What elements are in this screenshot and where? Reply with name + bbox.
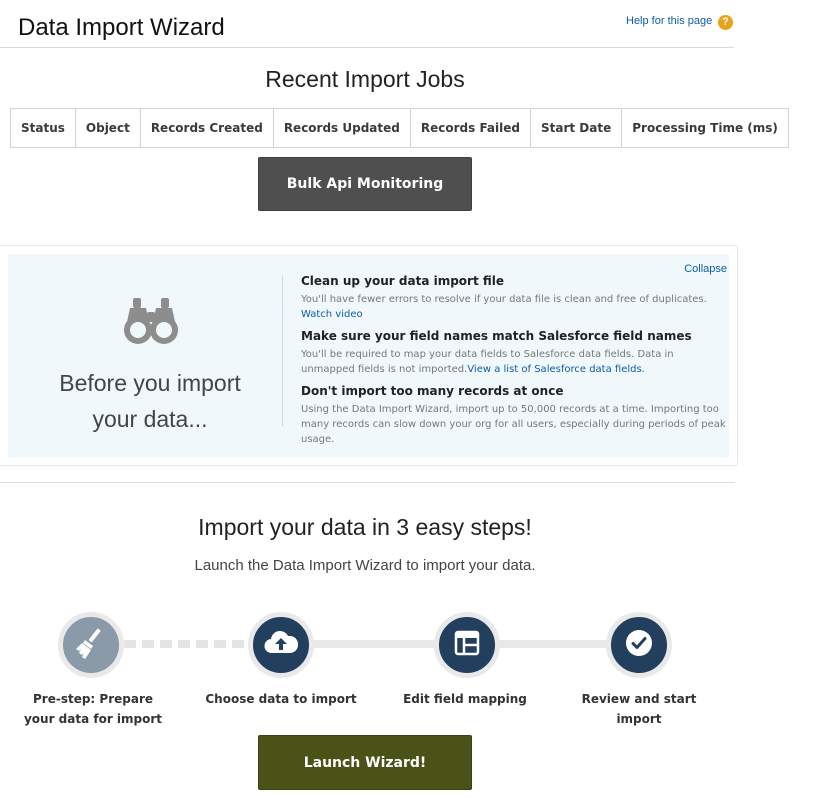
section-divider bbox=[0, 482, 735, 483]
step-label-choose-data: Choose data to import bbox=[205, 692, 357, 706]
tip-body: Using the Data Import Wizard, import up … bbox=[301, 402, 729, 447]
column-header-status[interactable]: Status bbox=[10, 108, 76, 148]
tips-panel-inner: Collapse Before you import your data... bbox=[8, 254, 729, 457]
tip-body: You'll have fewer errors to resolve if y… bbox=[301, 292, 729, 322]
step-label-prepare: Pre-step: Prepare your data for import bbox=[23, 692, 163, 726]
tip-body-text: Using the Data Import Wizard, import up … bbox=[301, 404, 726, 445]
step-review-button[interactable] bbox=[606, 612, 672, 678]
broom-icon bbox=[74, 626, 108, 665]
before-you-import-text: Before you import your data... bbox=[59, 370, 241, 432]
watch-video-link[interactable]: Watch video bbox=[301, 309, 363, 320]
steps-subtitle: Launch the Data Import Wizard to import … bbox=[194, 557, 536, 574]
tips-panel: Collapse Before you import your data... bbox=[0, 245, 738, 466]
tip-list: Clean up your data import file You'll ha… bbox=[301, 274, 729, 454]
tip-heading: Make sure your field names match Salesfo… bbox=[301, 329, 692, 343]
salesforce-fields-link[interactable]: View a list of Salesforce data fields. bbox=[467, 364, 645, 375]
step-connector bbox=[310, 640, 440, 648]
step-connector bbox=[496, 640, 614, 648]
column-header-records-updated[interactable]: Records Updated bbox=[272, 108, 411, 148]
recent-jobs-table: Status Object Records Created Records Up… bbox=[10, 108, 789, 148]
tip-item-clean-up: Clean up your data import file You'll ha… bbox=[301, 274, 729, 322]
tip-body-text: You'll have fewer errors to resolve if y… bbox=[301, 294, 707, 305]
column-header-processing-time[interactable]: Processing Time (ms) bbox=[621, 108, 789, 148]
help-icon[interactable]: ? bbox=[718, 15, 733, 30]
column-header-object[interactable]: Object bbox=[74, 108, 141, 148]
tip-item-record-limit: Don't import too many records at once Us… bbox=[301, 384, 729, 447]
tip-item-field-names: Make sure your field names match Salesfo… bbox=[301, 329, 729, 377]
table-header-row: Status Object Records Created Records Up… bbox=[10, 108, 789, 148]
step-label-edit-mapping: Edit field mapping bbox=[403, 692, 527, 706]
launch-wizard-button[interactable]: Launch Wizard! bbox=[258, 735, 472, 790]
cloud-upload-icon bbox=[264, 629, 299, 662]
steps-title: Import your data in 3 easy steps! bbox=[198, 514, 532, 540]
layout-icon bbox=[454, 630, 480, 661]
checkmark-icon bbox=[625, 629, 653, 662]
tip-heading: Clean up your data import file bbox=[301, 274, 505, 288]
step-choose-data-button[interactable] bbox=[248, 612, 314, 678]
column-header-records-failed[interactable]: Records Failed bbox=[409, 108, 532, 148]
step-prepare-button[interactable] bbox=[58, 612, 124, 678]
binoculars-icon bbox=[124, 296, 178, 351]
column-header-start-date[interactable]: Start Date bbox=[529, 108, 623, 148]
step-edit-mapping-button[interactable] bbox=[434, 612, 500, 678]
step-label-review: Review and start import bbox=[581, 692, 697, 726]
recent-jobs-title: Recent Import Jobs bbox=[265, 66, 465, 92]
tip-body: You'll be required to map your data fiel… bbox=[301, 347, 729, 377]
help-link[interactable]: Help for this page bbox=[626, 15, 712, 27]
column-header-records-created[interactable]: Records Created bbox=[139, 108, 274, 148]
bulk-api-monitoring-button[interactable]: Bulk Api Monitoring bbox=[258, 157, 472, 211]
step-connector-dashed bbox=[124, 640, 252, 648]
page-header: Data Import Wizard Help for this page ? bbox=[0, 0, 734, 48]
tips-divider bbox=[282, 276, 283, 426]
page-title: Data Import Wizard bbox=[18, 14, 225, 41]
tip-heading: Don't import too many records at once bbox=[301, 384, 564, 398]
